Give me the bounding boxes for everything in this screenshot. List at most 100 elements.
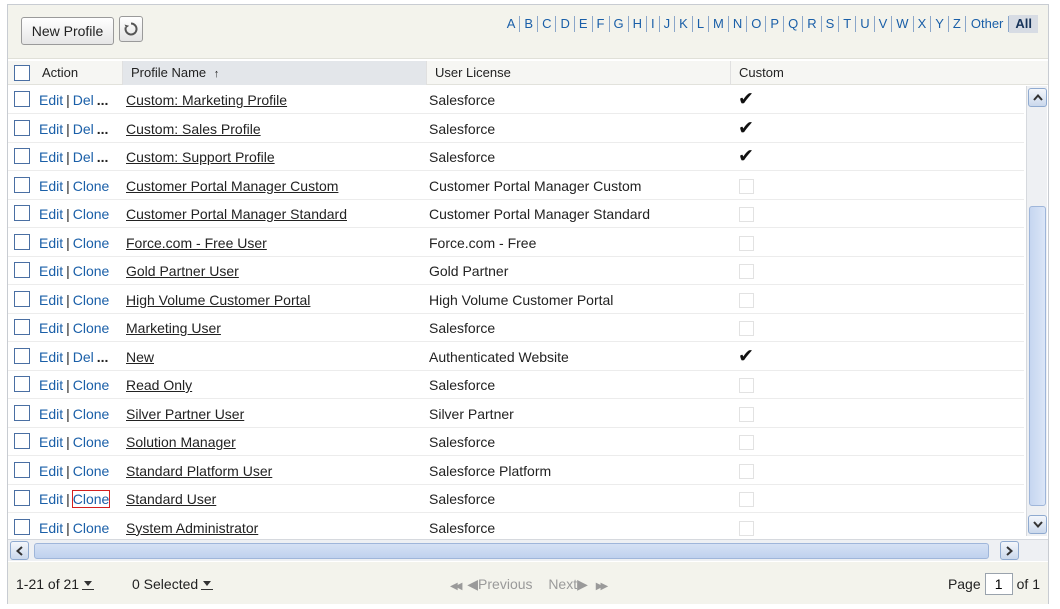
profile-name-link[interactable]: Custom: Sales Profile xyxy=(126,121,261,137)
edit-link[interactable]: Edit xyxy=(39,92,63,108)
column-header-profile-name[interactable]: Profile Name ↑ xyxy=(122,61,426,85)
profile-name-link[interactable]: Silver Partner User xyxy=(126,406,244,422)
alphabet-filter-d[interactable]: D xyxy=(556,16,575,32)
alphabet-filter-m[interactable]: M xyxy=(709,16,729,32)
delete-link[interactable]: Del xyxy=(73,149,94,165)
alphabet-filter-p[interactable]: P xyxy=(766,16,785,32)
alphabet-filter-s[interactable]: S xyxy=(822,16,840,32)
page-number-input[interactable] xyxy=(984,573,1013,595)
alphabet-filter-all[interactable]: All xyxy=(1009,15,1038,33)
alphabet-filter-f[interactable]: F xyxy=(593,16,610,32)
alphabet-filter-b[interactable]: B xyxy=(520,16,539,32)
horizontal-scrollbar[interactable] xyxy=(8,539,1048,561)
alphabet-filter-r[interactable]: R xyxy=(803,16,822,32)
clone-link[interactable]: Clone xyxy=(73,434,110,450)
profile-name-link[interactable]: System Administrator xyxy=(126,520,258,536)
profile-name-link[interactable]: Customer Portal Manager Custom xyxy=(126,178,338,194)
alphabet-filter-x[interactable]: X xyxy=(914,16,932,32)
clone-link[interactable]: Clone xyxy=(71,490,111,508)
clone-link[interactable]: Clone xyxy=(73,520,110,536)
profile-name-link[interactable]: Marketing User xyxy=(126,320,221,336)
row-select-checkbox[interactable] xyxy=(14,91,30,107)
clone-link[interactable]: Clone xyxy=(73,406,110,422)
alphabet-filter-h[interactable]: H xyxy=(629,16,648,32)
edit-link[interactable]: Edit xyxy=(39,178,63,194)
alphabet-filter-o[interactable]: O xyxy=(747,16,767,32)
column-header-user-license[interactable]: User License xyxy=(426,61,730,85)
clone-link[interactable]: Clone xyxy=(73,463,110,479)
profile-name-link[interactable]: Customer Portal Manager Standard xyxy=(126,206,347,222)
scroll-right-button[interactable] xyxy=(1000,541,1019,560)
profile-name-link[interactable]: High Volume Customer Portal xyxy=(126,292,310,308)
clone-link[interactable]: Clone xyxy=(73,292,110,308)
edit-link[interactable]: Edit xyxy=(39,520,63,536)
alphabet-filter-other[interactable]: Other xyxy=(966,16,1010,32)
delete-link[interactable]: Del xyxy=(73,349,94,365)
edit-link[interactable]: Edit xyxy=(39,491,63,507)
row-select-checkbox[interactable] xyxy=(14,205,30,221)
scroll-left-button[interactable] xyxy=(10,541,29,560)
edit-link[interactable]: Edit xyxy=(39,121,63,137)
profile-name-link[interactable]: New xyxy=(126,349,154,365)
row-select-checkbox[interactable] xyxy=(14,404,30,421)
row-select-checkbox[interactable] xyxy=(14,518,30,535)
row-select-checkbox[interactable] xyxy=(14,233,30,250)
column-header-custom[interactable]: Custom xyxy=(730,61,1026,85)
alphabet-filter-t[interactable]: T xyxy=(839,16,857,32)
profile-name-link[interactable]: Gold Partner User xyxy=(126,263,239,279)
edit-link[interactable]: Edit xyxy=(39,206,63,222)
row-select-checkbox[interactable] xyxy=(14,461,30,478)
alphabet-filter-i[interactable]: I xyxy=(647,16,660,32)
clone-link[interactable]: Clone xyxy=(73,206,110,222)
edit-link[interactable]: Edit xyxy=(39,463,63,479)
delete-link[interactable]: Del xyxy=(73,92,94,108)
edit-link[interactable]: Edit xyxy=(39,406,63,422)
delete-link[interactable]: Del xyxy=(73,121,94,137)
row-select-checkbox[interactable] xyxy=(14,319,30,335)
clone-link[interactable]: Clone xyxy=(73,320,110,336)
row-select-checkbox[interactable] xyxy=(14,290,30,307)
profile-name-link[interactable]: Custom: Support Profile xyxy=(126,149,275,165)
row-select-checkbox[interactable] xyxy=(14,490,30,506)
alphabet-filter-k[interactable]: K xyxy=(675,16,693,32)
alphabet-filter-c[interactable]: C xyxy=(538,16,557,32)
alphabet-filter-q[interactable]: Q xyxy=(784,16,804,32)
clone-link[interactable]: Clone xyxy=(73,235,110,251)
alphabet-filter-a[interactable]: A xyxy=(503,16,521,32)
edit-link[interactable]: Edit xyxy=(39,377,63,393)
vertical-scroll-thumb[interactable] xyxy=(1029,206,1046,506)
alphabet-filter-y[interactable]: Y xyxy=(931,16,949,32)
alphabet-filter-j[interactable]: J xyxy=(660,16,676,32)
row-select-checkbox[interactable] xyxy=(14,376,30,392)
record-count-dropdown[interactable]: 1-21 of 21 xyxy=(16,576,95,592)
alphabet-filter-e[interactable]: E xyxy=(575,16,593,32)
row-select-checkbox[interactable] xyxy=(14,347,30,364)
clone-link[interactable]: Clone xyxy=(73,263,110,279)
edit-link[interactable]: Edit xyxy=(39,320,63,336)
profile-name-link[interactable]: Read Only xyxy=(126,377,192,393)
profile-name-link[interactable]: Force.com - Free User xyxy=(126,235,267,251)
edit-link[interactable]: Edit xyxy=(39,349,63,365)
alphabet-filter-v[interactable]: V xyxy=(875,16,893,32)
vertical-scrollbar[interactable] xyxy=(1026,86,1047,536)
edit-link[interactable]: Edit xyxy=(39,263,63,279)
scroll-down-button[interactable] xyxy=(1028,515,1047,534)
row-select-checkbox[interactable] xyxy=(14,176,30,193)
alphabet-filter-l[interactable]: L xyxy=(693,16,710,32)
profile-name-link[interactable]: Solution Manager xyxy=(126,434,236,450)
select-all-checkbox[interactable] xyxy=(14,65,30,81)
alphabet-filter-n[interactable]: N xyxy=(729,16,748,32)
row-select-checkbox[interactable] xyxy=(14,119,30,136)
selected-count-dropdown[interactable]: 0 Selected xyxy=(132,576,214,592)
profile-name-link[interactable]: Standard Platform User xyxy=(126,463,272,479)
profile-name-link[interactable]: Custom: Marketing Profile xyxy=(126,92,287,108)
row-select-checkbox[interactable] xyxy=(14,262,30,278)
new-profile-button[interactable]: New Profile xyxy=(21,17,114,45)
refresh-button[interactable] xyxy=(119,16,143,42)
alphabet-filter-u[interactable]: U xyxy=(856,16,875,32)
profile-name-link[interactable]: Standard User xyxy=(126,491,216,507)
edit-link[interactable]: Edit xyxy=(39,235,63,251)
edit-link[interactable]: Edit xyxy=(39,149,63,165)
alphabet-filter-z[interactable]: Z xyxy=(949,16,966,32)
edit-link[interactable]: Edit xyxy=(39,434,63,450)
